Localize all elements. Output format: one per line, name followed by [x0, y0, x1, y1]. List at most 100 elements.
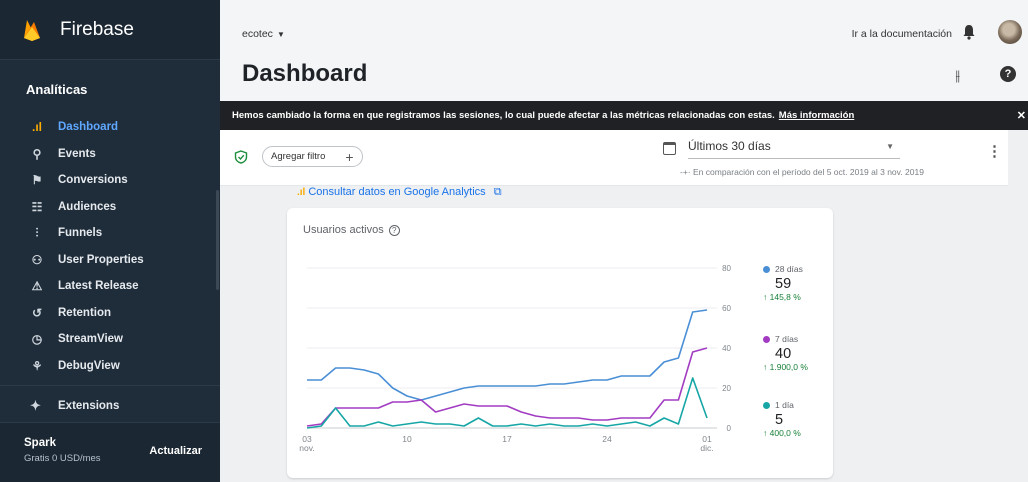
sidebar-item-extensions[interactable]: ✦ Extensions [0, 386, 220, 426]
add-filter-button[interactable]: Agregar filtro + [262, 146, 363, 167]
legend-dot [763, 335, 770, 343]
more-options-icon[interactable]: ⋮ [987, 142, 1002, 160]
banner-text: Hemos cambiado la forma en que registram… [232, 110, 775, 121]
legend-header: 28 días [763, 264, 803, 274]
page-title: Dashboard [242, 60, 368, 87]
sidebar-item-label: User Properties [58, 253, 144, 266]
x-tick-sublabel: nov. [299, 443, 314, 453]
sidebar-nav: .ıl Dashboard ⚲ Events ⚑ Conversions ☷ Audience… [0, 114, 220, 379]
sidebar-item-dashboard[interactable]: .ıl Dashboard [0, 114, 220, 141]
sidebar-item-audiences[interactable]: ☷ Audiences [0, 194, 220, 221]
comparison-label: En comparación con el período del 5 oct.… [693, 167, 924, 177]
section-title: Analíticas [26, 82, 88, 97]
sidebar-item-events[interactable]: ⚲ Events [0, 141, 220, 168]
flag-icon: ⚑ [31, 173, 43, 188]
sidebar-item-streamview[interactable]: ◷ StreamView [0, 326, 220, 353]
arrow-up-icon: ↑ [763, 428, 770, 438]
comparison-text: -+· En comparación con el período del 5 … [680, 167, 924, 177]
open-external-icon: ⧉ [493, 186, 502, 198]
sidebar-item-debugview[interactable]: ⚘ DebugView [0, 353, 220, 380]
google-analytics-link[interactable]: .ıl Consultar datos en Google Analytics ⧉ [297, 186, 502, 199]
legend-series-name: 7 días [775, 334, 799, 344]
sidebar: Firebase Analíticas .ıl Dashboard ⚲ Events ⚑… [0, 0, 220, 482]
sidebar-item-latest-release[interactable]: ⚠ Latest Release [0, 273, 220, 300]
retention-icon: ↺ [31, 305, 43, 320]
brand[interactable]: Firebase [0, 0, 220, 60]
arrow-up-icon: ↑ [763, 362, 770, 372]
y-tick-label: 20 [722, 384, 731, 393]
series-line-d28[interactable] [307, 309, 708, 401]
audiences-icon: ☷ [31, 199, 43, 214]
date-range-value: Últimos 30 días [688, 139, 771, 153]
upgrade-button[interactable]: Actualizar [149, 445, 202, 457]
add-filter-label: Agregar filtro [271, 151, 326, 162]
events-icon: ⚲ [32, 146, 42, 161]
legend-series-name: 28 días [775, 264, 803, 274]
latest-release-icon: ⚠ [31, 279, 43, 294]
x-tick-label: 10 [402, 434, 412, 444]
sidebar-item-label: StreamView [58, 333, 123, 346]
chevron-down-icon: ▼ [886, 142, 894, 151]
series-line-d7[interactable] [306, 347, 708, 427]
legend-series-name: 1 día [775, 400, 794, 410]
notice-banner: Hemos cambiado la forma en que registram… [220, 101, 1028, 130]
brand-name: Firebase [60, 18, 134, 40]
arrow-up-icon: ↑ [763, 292, 770, 302]
debugview-icon: ⚘ [31, 358, 43, 373]
x-tick-label: 17 [502, 434, 512, 444]
sidebar-item-label: Conversions [58, 174, 128, 187]
legend-item[interactable]: 1 día 5 ↑ 400,0 % [763, 400, 801, 438]
sidebar-scrollbar[interactable] [216, 190, 219, 290]
active-users-card: Usuarios activos? 0 20 40 60 80 03 nov. 10 17 24 0… [287, 208, 833, 478]
user-properties-icon: ⚇ [31, 252, 43, 267]
streamview-icon: ◷ [31, 332, 43, 347]
sidebar-item-label: Latest Release [58, 280, 139, 293]
close-icon[interactable]: ✕ [1017, 109, 1026, 122]
legend-change: ↑ 1.900,0 % [763, 362, 808, 372]
y-tick-label: 40 [722, 344, 731, 353]
legend-dot [763, 401, 770, 409]
sidebar-item-label: Events [58, 147, 96, 160]
analytics-icon: .ıl [297, 187, 306, 198]
firebase-console: Firebase Analíticas .ıl Dashboard ⚲ Events ⚑… [0, 0, 1028, 482]
bar-chart-icon: .ıl [31, 120, 42, 135]
project-selector[interactable]: ecotec ▼ [242, 28, 285, 40]
legend-header: 7 días [763, 334, 808, 344]
filter-bar: Agregar filtro + Últimos 30 días ▼ -+· E… [220, 130, 1008, 186]
plan-panel: Spark Gratis 0 USD/mes Actualizar [0, 422, 220, 482]
chevron-down-icon: ▼ [276, 30, 285, 39]
funnels-icon: ⫶ [35, 225, 39, 240]
sidebar-item-label: Audiences [58, 200, 117, 213]
legend-total: 5 [775, 412, 784, 428]
legend-change: ↑ 400,0 % [763, 428, 801, 438]
sidebar-item-label: Dashboard [58, 121, 119, 134]
avatar[interactable] [998, 20, 1022, 44]
legend-total: 59 [775, 276, 792, 292]
legend-dot [763, 265, 770, 273]
legend-change-value: 400,0 % [769, 428, 801, 438]
ga-link-label: Consultar datos en Google Analytics [308, 186, 486, 198]
plus-icon: + [345, 148, 354, 165]
help-icon[interactable]: ? [1000, 66, 1016, 82]
sidebar-item-label: Retention [58, 306, 112, 319]
documentation-link[interactable]: Ir a la documentación [852, 28, 952, 40]
legend-change: ↑ 145,8 % [763, 292, 803, 302]
legend-item[interactable]: 7 días 40 ↑ 1.900,0 % [763, 334, 808, 372]
y-tick-label: 0 [727, 424, 732, 433]
sidebar-item-conversions[interactable]: ⚑ Conversions [0, 167, 220, 194]
firebase-logo-icon [24, 19, 40, 41]
customize-icon[interactable]: ⫲ [955, 67, 960, 84]
legend-item[interactable]: 28 días 59 ↑ 145,8 % [763, 264, 803, 302]
date-range-select[interactable]: Últimos 30 días ▼ [688, 139, 900, 159]
x-tick-sublabel: dic. [700, 443, 713, 453]
active-users-chart: 02040608003nov.10 17 24 01dic. [299, 264, 732, 453]
sidebar-item-label: DebugView [58, 359, 120, 372]
sidebar-item-funnels[interactable]: ⫶ Funnels [0, 220, 220, 247]
sidebar-item-retention[interactable]: ↺ Retention [0, 300, 220, 327]
bell-icon[interactable] [962, 24, 976, 40]
project-name: ecotec [242, 28, 273, 40]
sidebar-item-user-properties[interactable]: ⚇ User Properties [0, 247, 220, 274]
more-info-link[interactable]: Más información [779, 110, 855, 121]
legend-total: 40 [775, 346, 792, 362]
legend-change-value: 1.900,0 % [769, 362, 808, 372]
